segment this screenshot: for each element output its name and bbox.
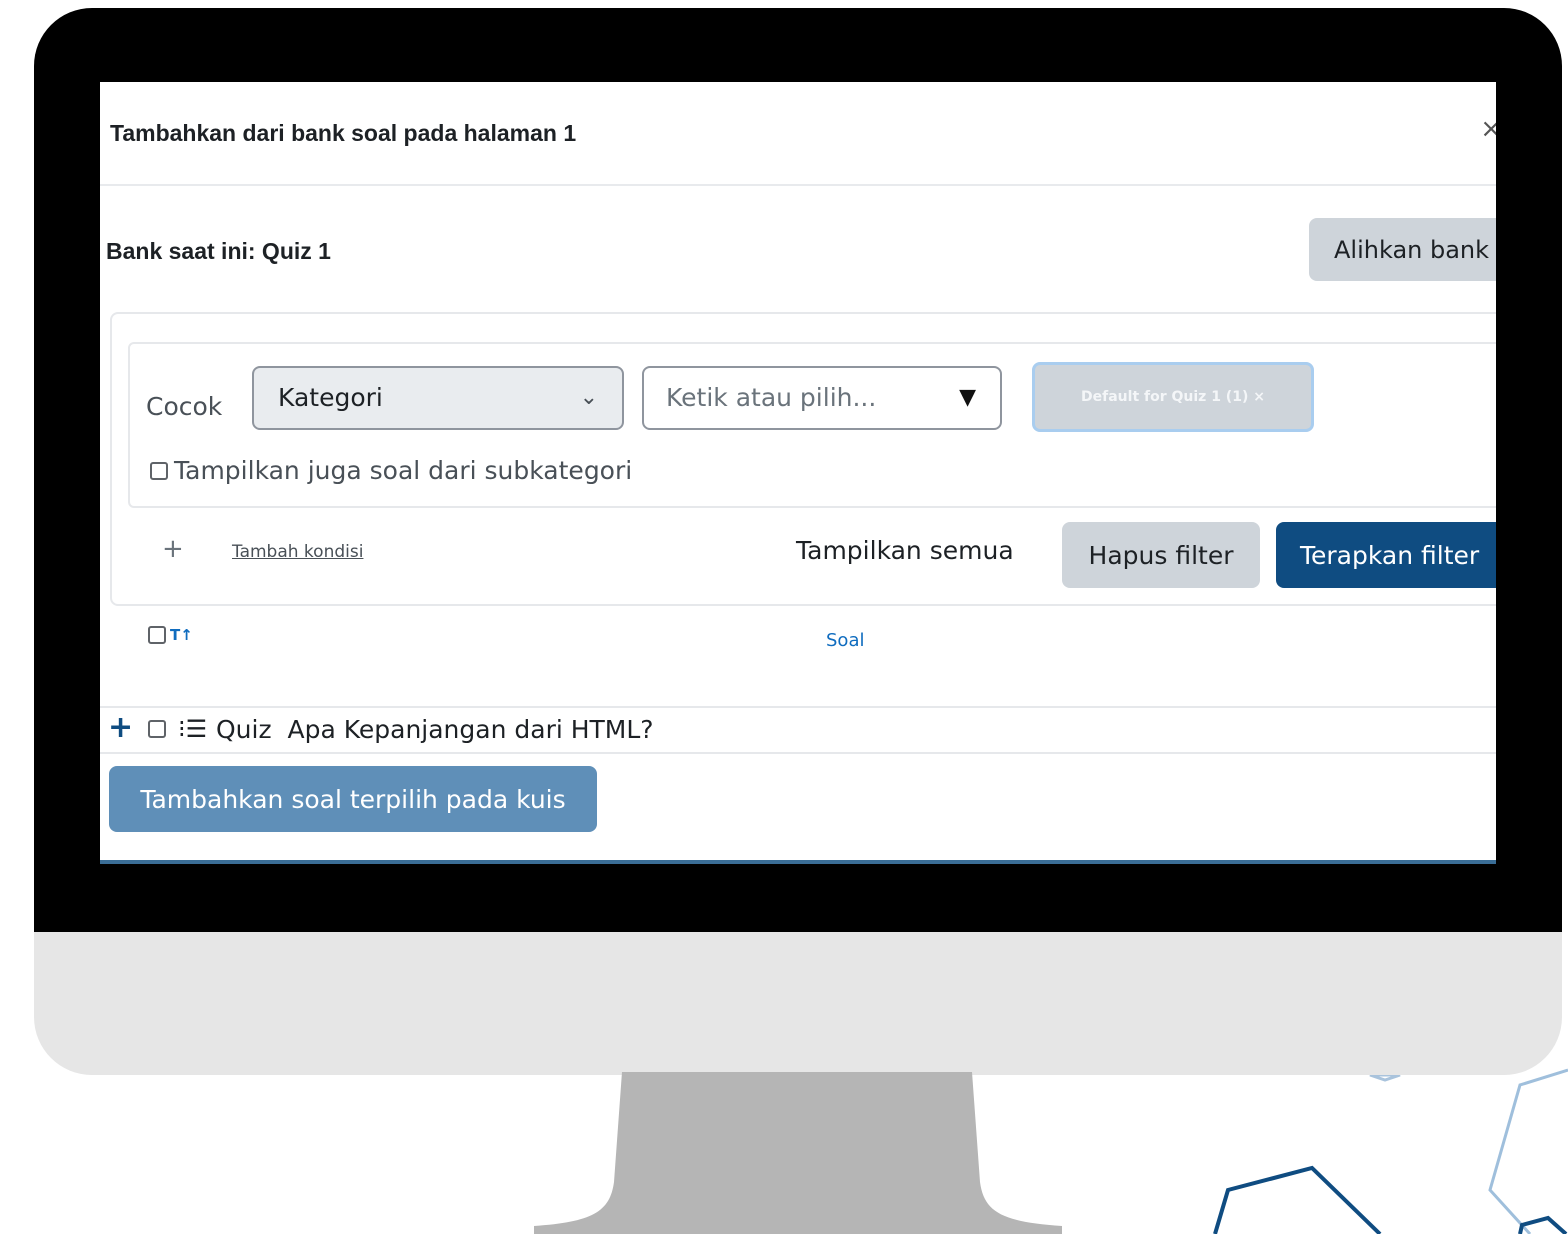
select-all-header: T↑ [148,626,193,644]
subcategory-checkbox[interactable] [150,461,168,480]
show-all-toggle[interactable]: Tampilkan semua [796,536,1014,565]
table-row: + ⁝☰ Quiz Apa Kepanjangan dari HTML? [100,706,1496,754]
match-label: Cocok [146,392,223,421]
plus-icon[interactable]: + [162,534,184,564]
multichoice-type-icon: ⁝☰ [178,715,208,743]
subcategory-checkbox-label: Tampilkan juga soal dari subkategori [174,456,633,485]
sort-type-icon[interactable]: T↑ [170,626,193,644]
chevron-down-icon: ⌄ [579,385,598,410]
add-condition-link[interactable]: Tambah kondisi [232,542,363,562]
apply-filter-button[interactable]: Terapkan filter [1276,522,1496,588]
condition-type-select[interactable]: Kategori ⌄ [252,366,624,430]
question-checkbox[interactable] [148,720,166,738]
modal-title: Tambahkan dari bank soal pada halaman 1 [110,120,577,146]
selected-category-chip[interactable]: Default for Quiz 1 (1) × [1032,362,1314,432]
add-question-icon[interactable]: + [108,710,133,746]
monitor-stand [534,1072,1062,1234]
filter-condition-box: Cocok Kategori ⌄ Ketik atau pilih... ▼ D… [128,342,1496,508]
condition-value-placeholder: Ketik atau pilih... [666,383,877,412]
filter-panel: Cocok Kategori ⌄ Ketik atau pilih... ▼ D… [110,312,1496,606]
current-bank-label: Bank saat ini: Quiz 1 [106,238,331,264]
clear-filter-button[interactable]: Hapus filter [1062,522,1260,588]
modal-header: Tambahkan dari bank soal pada halaman 1 … [100,82,1496,186]
dropdown-caret-icon[interactable]: ▼ [959,368,976,428]
question-name: Quiz Apa Kepanjangan dari HTML? [216,715,654,744]
select-all-checkbox[interactable] [148,626,166,644]
close-icon[interactable]: × [1480,114,1496,144]
subcategory-checkbox-row[interactable]: Tampilkan juga soal dari subkategori [150,456,632,485]
column-header-question[interactable]: Soal [826,630,864,651]
condition-type-value: Kategori [278,383,383,412]
switch-bank-button[interactable]: Alihkan bank [1309,218,1496,281]
monitor-chin [34,932,1562,1075]
screen: Tambahkan dari bank soal pada halaman 1 … [100,82,1496,864]
condition-value-input[interactable]: Ketik atau pilih... ▼ [642,366,1002,430]
add-selected-to-quiz-button[interactable]: Tambahkan soal terpilih pada kuis [109,766,597,832]
screen-bottom-border [100,860,1496,864]
